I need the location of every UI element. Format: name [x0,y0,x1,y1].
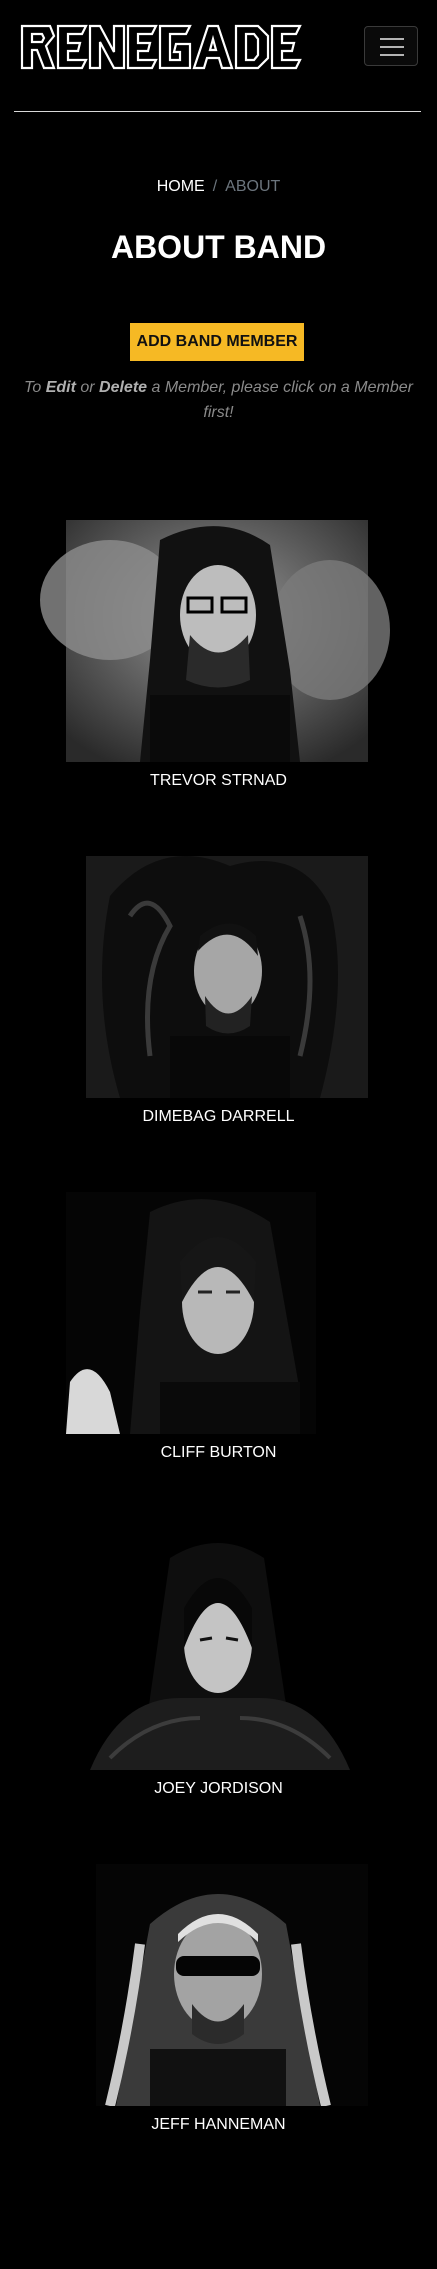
hint-prefix: To [24,379,46,396]
member-card[interactable]: JEFF HANNEMAN [0,1864,437,2134]
member-name: CLIFF BURTON [160,1444,277,1461]
member-name: JEFF HANNEMAN [151,2116,286,2133]
hamburger-icon-line [380,54,404,56]
hint-delete: Delete [99,379,148,396]
member-photo [96,1864,368,2106]
hint-middle: or [75,379,100,396]
page-title: ABOUT BAND [110,229,327,265]
member-card[interactable]: CLIFF BURTON [0,1192,437,1462]
add-band-member-button[interactable]: ADD BAND MEMBER [130,323,304,361]
member-name: DIMEBAG DARRELL [142,1108,295,1125]
member-card[interactable]: JOEY JORDISON [0,1528,437,1798]
hamburger-icon-line [380,46,404,48]
member-photo [66,1192,316,1434]
member-card[interactable]: TREVOR STRNAD [0,520,437,790]
member-name: JOEY JORDISON [154,1780,283,1797]
breadcrumb-home-link[interactable]: HOME [157,178,205,195]
hamburger-icon [380,38,404,40]
breadcrumb-current: ABOUT [225,178,281,195]
member-name: TREVOR STRNAD [150,772,287,789]
member-photo [86,856,368,1098]
edit-delete-hint: To Edit or Delete a Member, please click… [22,375,415,425]
brand-logo[interactable] [20,22,304,72]
member-card[interactable]: DIMEBAG DARRELL [0,856,437,1126]
member-photo [86,1528,352,1770]
navbar-toggle-button[interactable] [364,26,418,66]
hint-suffix: a Member, please click on a Member first… [147,379,413,421]
hint-edit: Edit [45,379,76,396]
breadcrumb-separator: / [212,178,218,195]
breadcrumb: HOME / ABOUT [0,178,437,196]
navbar [0,0,437,112]
header-divider [14,111,421,112]
member-photo [40,520,390,762]
